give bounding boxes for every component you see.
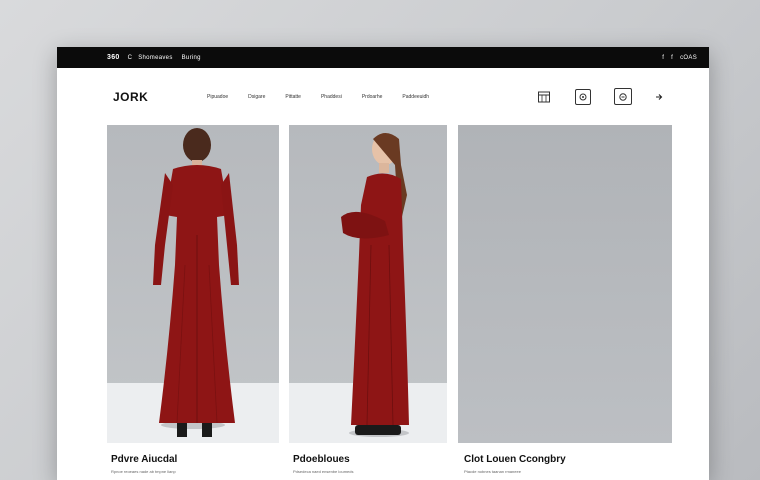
topbar-right: f f cOAS <box>662 55 697 61</box>
gift-icon[interactable] <box>614 88 632 105</box>
product-3-subtitle: Ptacde nobnes taanan rmaneee <box>464 469 521 474</box>
store-icon[interactable] <box>537 90 551 104</box>
product-3-title[interactable]: Clot Louen Ccongbry <box>464 454 566 465</box>
nav-item-3[interactable]: Pittatte <box>285 94 301 100</box>
main-nav: JORK Pipuadoe Dsigare Pittatte Phaddesi … <box>57 68 709 124</box>
chat-icon[interactable] <box>575 88 591 105</box>
nav-item-5[interactable]: Prdoarhe <box>362 94 383 100</box>
product-card-1-image[interactable] <box>107 125 279 443</box>
facebook-icon[interactable]: f <box>662 55 664 61</box>
top-bar: 360 C Shomeaves Buring f f cOAS <box>57 47 709 68</box>
brand-logo[interactable]: JORK <box>113 90 148 104</box>
topbar-account-link[interactable]: cOAS <box>680 55 697 61</box>
product-card-2-image[interactable] <box>289 125 447 443</box>
topbar-item-c[interactable]: C <box>128 55 133 61</box>
nav-item-1[interactable]: Pipuadoe <box>207 94 228 100</box>
product-card-3-image[interactable] <box>458 125 672 443</box>
nav-item-2[interactable]: Dsigare <box>248 94 265 100</box>
browser-window: 360 C Shomeaves Buring f f cOAS JORK Pip… <box>57 47 709 480</box>
product-1-subtitle: Rpnoe reoeaes nade ab tmpne lianp <box>111 469 176 474</box>
topbar-item-shomeaves[interactable]: Shomeaves <box>138 55 172 61</box>
topbar-logo[interactable]: 360 <box>107 54 120 61</box>
topbar-item-buring[interactable]: Buring <box>182 55 201 61</box>
product-1-title[interactable]: Pdvre Aiucdal <box>111 454 177 465</box>
nav-icons <box>537 88 666 105</box>
nav-menu: Pipuadoe Dsigare Pittatte Phaddesi Prdoa… <box>207 94 449 100</box>
product-grid <box>57 125 709 445</box>
nav-item-6[interactable]: Paddeeuidh <box>402 94 429 100</box>
f-icon[interactable]: f <box>671 55 673 61</box>
nav-item-4[interactable]: Phaddesi <box>321 94 342 100</box>
model-back-view <box>153 128 239 437</box>
arrow-right-icon[interactable] <box>652 90 666 104</box>
model-side-view <box>341 133 409 437</box>
product-2-title[interactable]: Pdoebloues <box>293 454 350 465</box>
product-2-subtitle: Pdsedeca naed ensenbe loumeds <box>293 469 354 474</box>
